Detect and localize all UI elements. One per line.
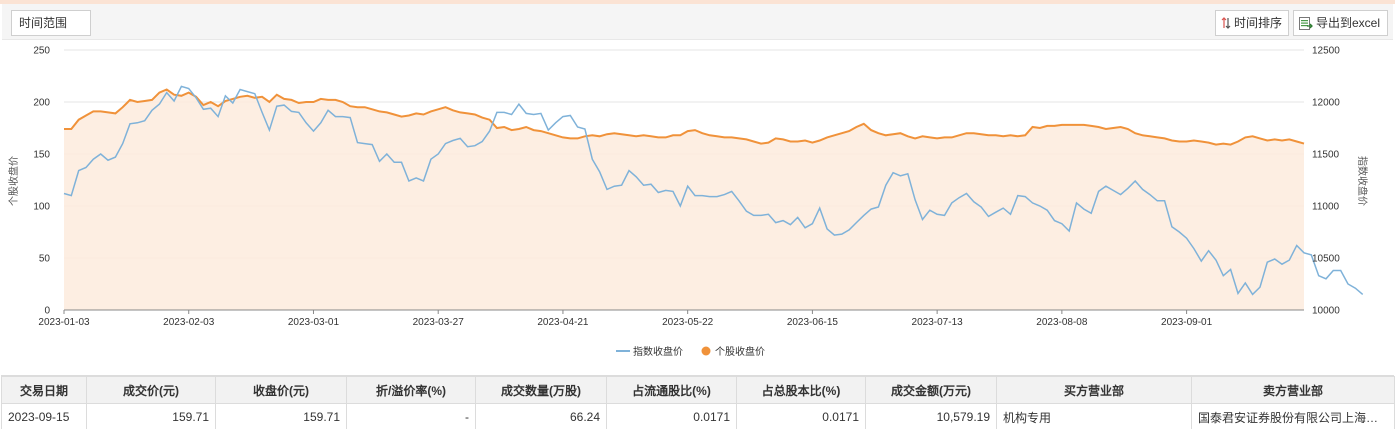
x-tick-label: 2023-03-27	[413, 317, 465, 328]
right-axis-label: 指数收盘价	[1356, 156, 1369, 206]
cell-premium-rate: -	[346, 403, 476, 429]
header-close-price[interactable]: 收盘价(元)	[215, 376, 347, 404]
sort-arrows-icon	[1221, 17, 1231, 29]
cell-seller: 国泰君安证券股份有限公司上海分公司	[1191, 403, 1395, 429]
header-total-ratio[interactable]: 占总股本比(%)	[736, 376, 866, 404]
cell-buyer: 机构专用	[996, 403, 1192, 429]
left-tick-label: 50	[39, 254, 51, 265]
x-tick-label: 2023-01-03	[38, 317, 90, 328]
header-seller[interactable]: 卖方营业部	[1191, 376, 1395, 404]
export-excel-label: 导出到excel	[1316, 16, 1381, 30]
time-sort-button[interactable]: 时间排序	[1215, 10, 1289, 36]
header-float-ratio[interactable]: 占流通股比(%)	[606, 376, 737, 404]
price-chart: 0 10000 50 10500 100 11000 150 11500 200 12000 250…	[7, 46, 1369, 329]
right-tick-label: 11000	[1312, 202, 1340, 213]
right-tick-label: 10000	[1312, 306, 1340, 317]
left-tick-label: 250	[33, 46, 50, 57]
block-trade-table: 交易日期 成交价(元) 收盘价(元) 折/溢价率(%) 成交数量(万股) 占流通…	[1, 375, 1395, 429]
table-header-row: 交易日期 成交价(元) 收盘价(元) 折/溢价率(%) 成交数量(万股) 占流通…	[1, 376, 1395, 404]
left-tick-label: 100	[33, 202, 50, 213]
header-amount[interactable]: 成交金额(万元)	[865, 376, 997, 404]
x-tick-label: 2023-09-01	[1161, 317, 1213, 328]
legend-index-label: 指数收盘价	[633, 347, 683, 358]
legend-index[interactable]: 指数收盘价	[616, 343, 683, 358]
excel-export-icon	[1299, 16, 1313, 30]
right-tick-label: 11500	[1312, 150, 1340, 161]
legend-stock-swatch	[701, 346, 711, 355]
cell-close-price: 159.71	[215, 403, 347, 429]
x-tick-label: 2023-07-13	[912, 317, 964, 328]
x-tick-label: 2023-04-21	[537, 317, 589, 328]
cell-trade-price: 159.71	[86, 403, 216, 429]
x-tick-label: 2023-08-08	[1036, 317, 1088, 328]
right-tick-label: 10500	[1312, 254, 1340, 265]
header-buyer[interactable]: 买方营业部	[996, 376, 1192, 404]
x-tick-label: 2023-02-03	[163, 317, 215, 328]
legend-stock-label: 个股收盘价	[715, 347, 765, 358]
table-row[interactable]: 2023-09-15 159.71 159.71 - 66.24 0.0171 …	[1, 403, 1395, 429]
stock-price-area	[64, 89, 1304, 310]
time-sort-label: 时间排序	[1234, 16, 1283, 30]
export-excel-button[interactable]: 导出到excel	[1293, 10, 1388, 36]
header-trade-price[interactable]: 成交价(元)	[86, 376, 216, 404]
legend-stock[interactable]: 个股收盘价	[700, 343, 765, 358]
left-axis-label: 个股收盘价	[7, 156, 20, 206]
right-tick-label: 12500	[1312, 46, 1340, 57]
chart-legend: 指数收盘价 个股收盘价	[0, 343, 1395, 358]
time-range-button[interactable]: 时间范围	[11, 10, 91, 36]
header-volume[interactable]: 成交数量(万股)	[475, 376, 607, 404]
left-tick-label: 200	[33, 98, 50, 109]
x-tick-label: 2023-03-01	[288, 317, 340, 328]
cell-amount: 10,579.19	[865, 403, 997, 429]
cell-float-ratio: 0.0171	[606, 403, 737, 429]
x-tick-label: 2023-05-22	[662, 317, 714, 328]
left-tick-label: 0	[44, 306, 50, 317]
block-trade-panel: 时间范围 时间排序 导出到excel 0 10000 50 10500 100 …	[0, 0, 1395, 429]
x-tick-label: 2023-06-15	[787, 317, 839, 328]
header-premium-rate[interactable]: 折/溢价率(%)	[346, 376, 476, 404]
header-trade-date[interactable]: 交易日期	[1, 376, 87, 404]
left-tick-label: 150	[33, 150, 50, 161]
right-tick-label: 12000	[1312, 98, 1340, 109]
toolbar: 时间范围 时间排序 导出到excel	[2, 4, 1393, 40]
cell-trade-date: 2023-09-15	[1, 403, 87, 429]
legend-index-swatch	[616, 349, 630, 352]
cell-total-ratio: 0.0171	[736, 403, 866, 429]
cell-volume: 66.24	[475, 403, 607, 429]
